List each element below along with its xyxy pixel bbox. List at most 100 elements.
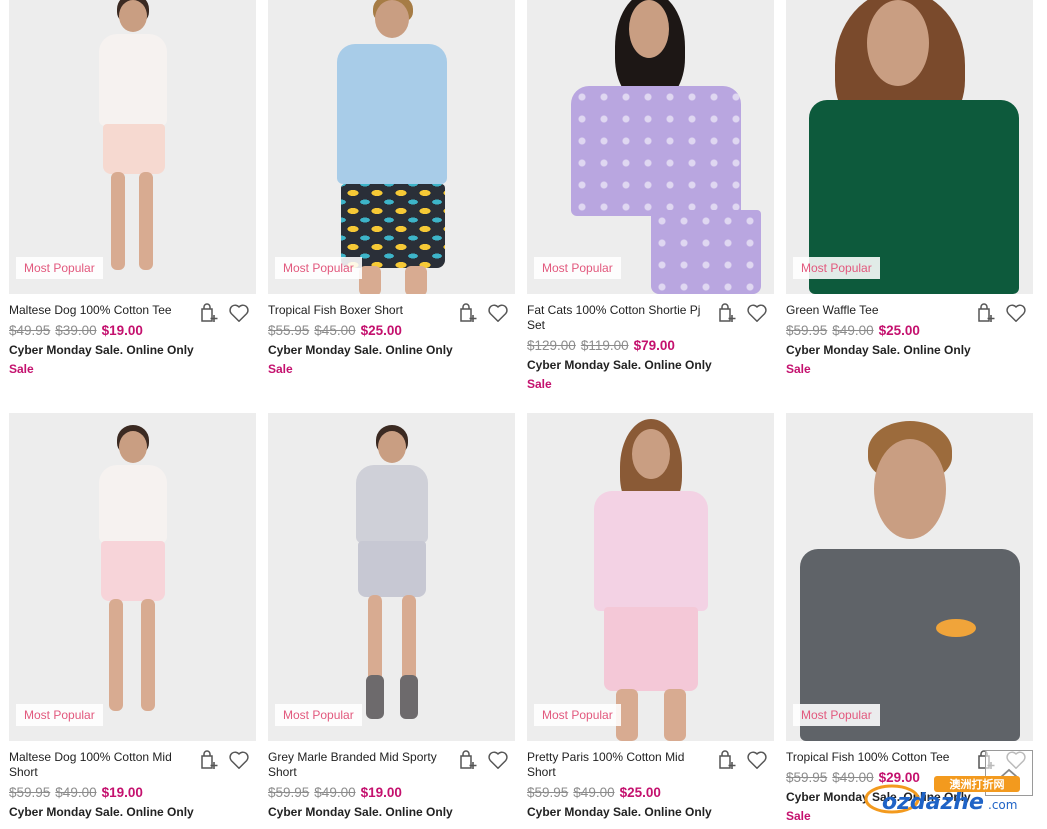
price-row: $59.95 $49.00 $25.00 bbox=[527, 784, 774, 802]
product-title[interactable]: Pretty Paris 100% Cotton Mid Short bbox=[527, 750, 712, 780]
bag-plus-icon bbox=[460, 750, 477, 769]
product-card[interactable]: Most Popular Maltese Dog 100% Cotton Mid… bbox=[9, 413, 256, 820]
was-price: $49.00 bbox=[314, 785, 356, 800]
add-to-bag-button[interactable] bbox=[457, 302, 479, 324]
promo-text: Cyber Monday Sale. Online Only bbox=[786, 343, 971, 357]
heart-icon bbox=[747, 751, 767, 769]
product-image[interactable]: Most Popular bbox=[268, 0, 515, 294]
wishlist-button[interactable] bbox=[746, 302, 768, 324]
fish-graphic bbox=[935, 619, 976, 637]
promo-text: Cyber Monday Sale. Online Only bbox=[9, 805, 194, 819]
was-price: $59.95 bbox=[268, 785, 310, 800]
most-popular-badge: Most Popular bbox=[793, 257, 880, 279]
product-image[interactable]: Most Popular bbox=[9, 0, 256, 294]
was-price: $59.95 bbox=[9, 785, 51, 800]
bag-plus-icon bbox=[719, 750, 736, 769]
was-price: $45.00 bbox=[314, 323, 356, 338]
price-row: $59.95 $49.00 $19.00 bbox=[268, 784, 515, 802]
heart-icon bbox=[747, 304, 767, 322]
model-figure bbox=[576, 413, 726, 741]
heart-icon bbox=[488, 751, 508, 769]
product-title[interactable]: Maltese Dog 100% Cotton Mid Short bbox=[9, 750, 194, 780]
sale-price: $25.00 bbox=[360, 323, 402, 338]
sale-price: $29.00 bbox=[878, 770, 920, 785]
heart-icon bbox=[488, 304, 508, 322]
product-title[interactable]: Fat Cats 100% Cotton Shortie Pj Set bbox=[527, 303, 712, 333]
model-figure bbox=[332, 413, 452, 741]
bag-plus-icon bbox=[978, 303, 995, 322]
product-card[interactable]: Most Popular Green Waffle Tee $59.95 $49.… bbox=[786, 0, 1033, 377]
price-row: $59.95 $49.00 $19.00 bbox=[9, 784, 256, 802]
promo-text: Cyber Monday Sale. Online Only bbox=[268, 343, 453, 357]
most-popular-badge: Most Popular bbox=[275, 704, 362, 726]
product-image[interactable]: Most Popular bbox=[527, 0, 774, 294]
add-to-bag-button[interactable] bbox=[716, 302, 738, 324]
was-price: $49.95 bbox=[9, 323, 51, 338]
add-to-bag-button[interactable] bbox=[975, 302, 997, 324]
was-price: $39.00 bbox=[55, 323, 97, 338]
product-image[interactable]: Most Popular bbox=[268, 413, 515, 741]
most-popular-badge: Most Popular bbox=[275, 257, 362, 279]
sale-price: $25.00 bbox=[878, 323, 920, 338]
wishlist-button[interactable] bbox=[487, 302, 509, 324]
promo-text: Cyber Monday Sale. Online Only bbox=[268, 805, 453, 819]
product-image[interactable]: Most Popular bbox=[786, 0, 1033, 294]
sale-label: Sale bbox=[268, 362, 293, 376]
most-popular-badge: Most Popular bbox=[793, 704, 880, 726]
wishlist-button[interactable] bbox=[228, 749, 250, 771]
was-price: $59.95 bbox=[527, 785, 569, 800]
product-title[interactable]: Grey Marle Branded Mid Sporty Short bbox=[268, 750, 453, 780]
heart-icon bbox=[229, 751, 249, 769]
product-title[interactable]: Tropical Fish 100% Cotton Tee bbox=[786, 750, 971, 765]
sale-label: Sale bbox=[527, 377, 552, 391]
product-card[interactable]: Most Popular Grey Marle Branded Mid Spor… bbox=[268, 413, 515, 820]
model-figure bbox=[317, 0, 467, 294]
promo-text: Cyber Monday Sale. Online Only bbox=[9, 343, 194, 357]
wishlist-button[interactable] bbox=[1005, 302, 1027, 324]
product-title[interactable]: Maltese Dog 100% Cotton Tee bbox=[9, 303, 194, 318]
product-image[interactable]: Most Popular bbox=[786, 413, 1033, 741]
sale-label: Sale bbox=[786, 362, 811, 376]
wishlist-button[interactable] bbox=[746, 749, 768, 771]
heart-icon bbox=[229, 304, 249, 322]
was-price: $59.95 bbox=[786, 323, 828, 338]
bag-plus-icon bbox=[201, 750, 218, 769]
most-popular-badge: Most Popular bbox=[534, 257, 621, 279]
add-to-bag-button[interactable] bbox=[716, 749, 738, 771]
sale-price: $79.00 bbox=[633, 338, 675, 353]
product-card[interactable]: Most Popular Pretty Paris 100% Cotton Mi… bbox=[527, 413, 774, 820]
was-price: $49.00 bbox=[832, 770, 874, 785]
wishlist-button[interactable] bbox=[487, 749, 509, 771]
promo-text: Cyber Monday Sale. Online Only bbox=[527, 805, 712, 819]
product-card[interactable]: Most Popular Fat Cats 100% Cotton Shorti… bbox=[527, 0, 774, 392]
product-image[interactable]: Most Popular bbox=[9, 413, 256, 741]
scroll-to-top-button[interactable] bbox=[985, 750, 1033, 796]
product-title[interactable]: Green Waffle Tee bbox=[786, 303, 971, 318]
sale-label: Sale bbox=[786, 809, 811, 823]
price-row: $129.00 $119.00 $79.00 bbox=[527, 337, 774, 355]
add-to-bag-button[interactable] bbox=[457, 749, 479, 771]
sale-label: Sale bbox=[9, 362, 34, 376]
add-to-bag-button[interactable] bbox=[198, 302, 220, 324]
most-popular-badge: Most Popular bbox=[16, 257, 103, 279]
product-title[interactable]: Tropical Fish Boxer Short bbox=[268, 303, 453, 318]
model-figure bbox=[541, 0, 761, 294]
was-price: $119.00 bbox=[580, 338, 629, 353]
add-to-bag-button[interactable] bbox=[198, 749, 220, 771]
bag-plus-icon bbox=[201, 303, 218, 322]
price-row: $55.95 $45.00 $25.00 bbox=[268, 322, 515, 340]
sale-price: $19.00 bbox=[101, 323, 143, 338]
model-figure bbox=[790, 413, 1030, 741]
was-price: $49.00 bbox=[832, 323, 874, 338]
product-image[interactable]: Most Popular bbox=[527, 413, 774, 741]
price-row: $59.95 $49.00 $25.00 bbox=[786, 322, 1033, 340]
product-card[interactable]: Most Popular Maltese Dog 100% Cotton Tee… bbox=[9, 0, 256, 377]
most-popular-badge: Most Popular bbox=[534, 704, 621, 726]
wishlist-button[interactable] bbox=[228, 302, 250, 324]
price-row: $49.95 $39.00 $19.00 bbox=[9, 322, 256, 340]
product-card[interactable]: Most Popular Tropical Fish Boxer Short $… bbox=[268, 0, 515, 377]
model-figure bbox=[73, 413, 193, 741]
promo-text: Cyber Monday Sale. Online Only bbox=[527, 358, 712, 372]
heart-icon bbox=[1006, 304, 1026, 322]
bag-plus-icon bbox=[719, 303, 736, 322]
